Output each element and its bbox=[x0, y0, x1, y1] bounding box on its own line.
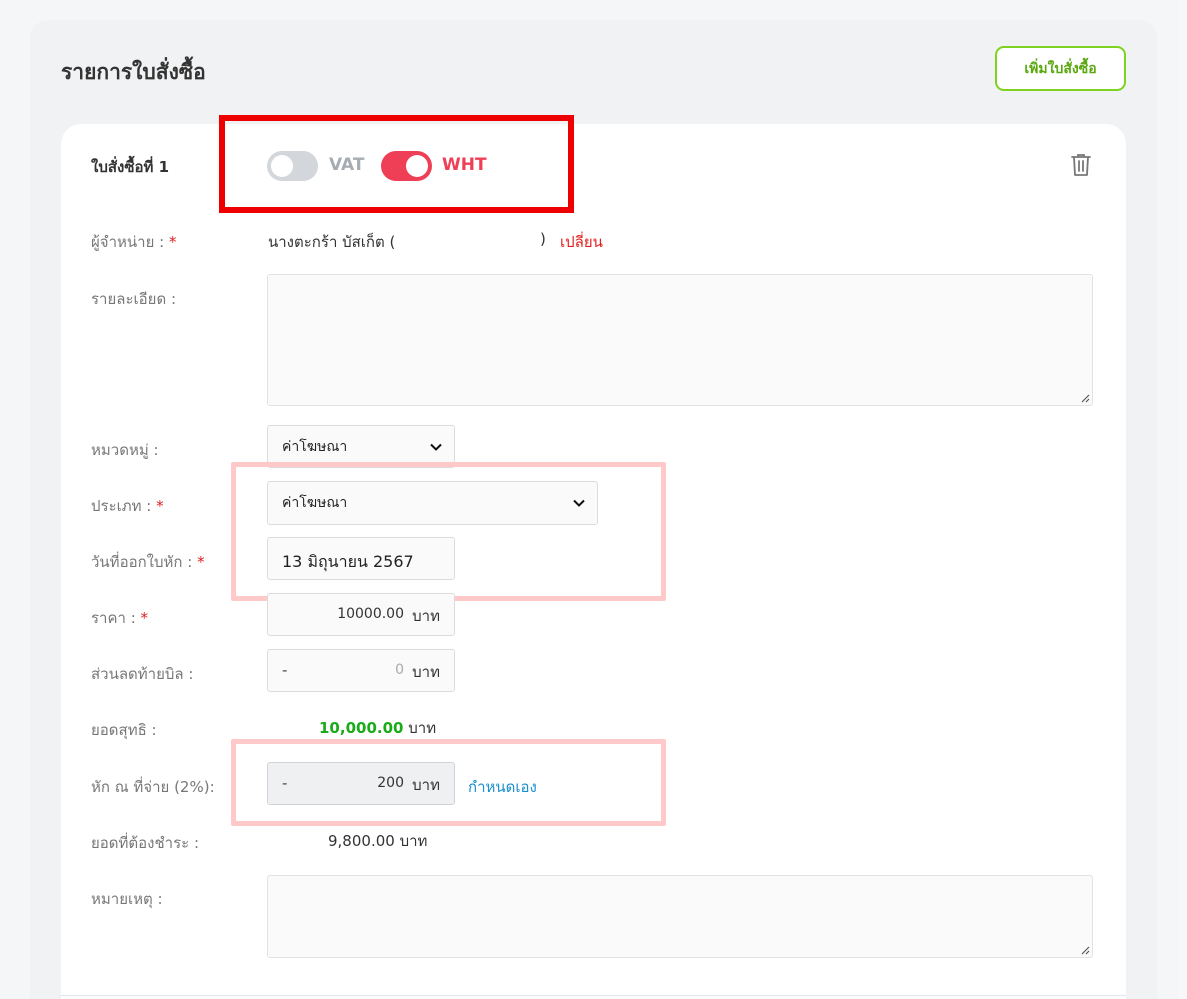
type-label-text: ประเภท : bbox=[91, 497, 157, 515]
discount-input[interactable]: - 0 บาท bbox=[267, 649, 455, 692]
card-divider bbox=[61, 995, 1126, 996]
price-unit: บาท bbox=[412, 607, 440, 625]
details-textarea[interactable] bbox=[267, 274, 1093, 406]
discount-unit: บาท bbox=[412, 663, 440, 681]
trash-icon[interactable] bbox=[1069, 152, 1093, 178]
vendor-value-prefix: นางตะกร้า บัสเก็ต ( bbox=[268, 233, 396, 251]
category-select-value: ค่าโฆษณา bbox=[282, 438, 348, 455]
price-value: 10000.00 bbox=[337, 606, 404, 622]
note-textarea[interactable] bbox=[267, 875, 1093, 958]
net-total: 10,000.00 บาท bbox=[319, 716, 436, 740]
required-mark: * bbox=[168, 233, 177, 251]
net-total-unit: บาท bbox=[408, 719, 437, 737]
discount-sign: - bbox=[282, 661, 288, 679]
note-label: หมายเหตุ : bbox=[91, 890, 163, 908]
annotation-highlight-withholding bbox=[231, 739, 666, 826]
annotation-highlight-toggles bbox=[219, 115, 574, 213]
required-mark: * bbox=[197, 553, 205, 571]
resize-grip-icon[interactable] bbox=[1080, 393, 1090, 403]
discount-label: ส่วนลดท้ายบิล : bbox=[91, 665, 194, 683]
details-label: รายละเอียด : bbox=[91, 290, 177, 308]
section-title: รายการใบสั่งซื้อ bbox=[61, 60, 206, 84]
price-input[interactable]: 10000.00 บาท bbox=[267, 593, 455, 636]
vendor-label-text: ผู้จำหน่าย : bbox=[91, 233, 169, 251]
vendor-label: ผู้จำหน่าย : * bbox=[91, 230, 176, 254]
net-total-value: 10,000.00 bbox=[319, 719, 404, 737]
order-title: ใบสั่งซื้อที่ 1 bbox=[91, 158, 170, 176]
price-label-text: ราคา : bbox=[91, 609, 141, 627]
add-order-button[interactable]: เพิ่มใบสั่งซื้อ bbox=[995, 46, 1126, 91]
wht-date-label: วันที่ออกใบหัก : * bbox=[91, 550, 205, 574]
category-label: หมวดหมู่ : bbox=[91, 441, 159, 459]
net-label: ยอดสุทธิ : bbox=[91, 721, 157, 739]
withholding-label: หัก ณ ที่จ่าย (2%): bbox=[91, 778, 215, 796]
payable-label: ยอดที่ต้องชำระ : bbox=[91, 834, 200, 852]
chevron-down-icon bbox=[430, 443, 442, 451]
right-edge bbox=[1179, 0, 1187, 999]
type-label: ประเภท : * bbox=[91, 494, 164, 518]
payable-total: 9,800.00 บาท bbox=[328, 832, 428, 850]
required-mark: * bbox=[140, 609, 149, 627]
vendor-value-suffix: ) bbox=[540, 230, 546, 248]
required-mark: * bbox=[156, 497, 164, 515]
resize-grip-icon[interactable] bbox=[1080, 945, 1090, 955]
wht-date-label-text: วันที่ออกใบหัก : bbox=[91, 553, 198, 571]
annotation-highlight-date bbox=[231, 462, 666, 601]
change-vendor-link[interactable]: เปลี่ยน bbox=[560, 230, 603, 254]
price-label: ราคา : * bbox=[91, 606, 148, 630]
discount-value: 0 bbox=[395, 662, 404, 678]
